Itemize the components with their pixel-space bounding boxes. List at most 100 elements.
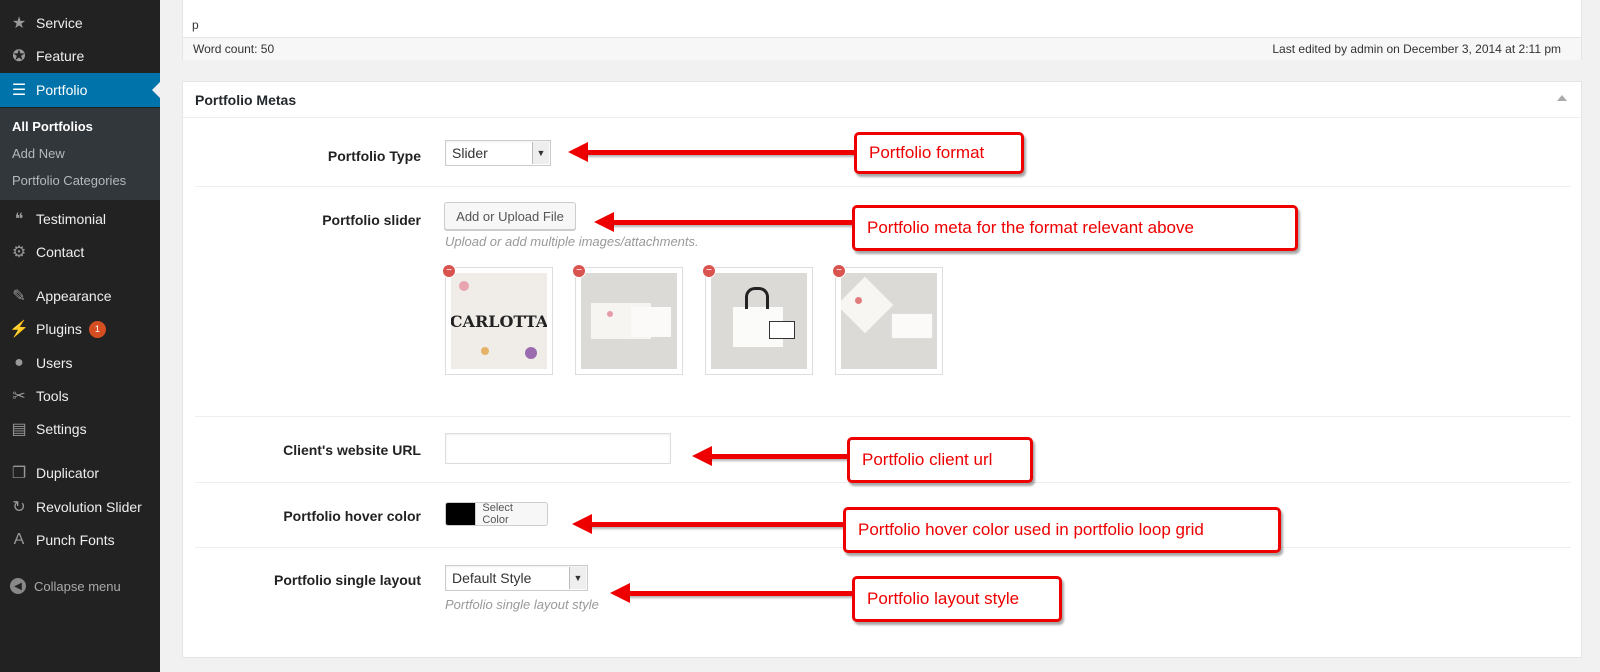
card-shape (769, 321, 795, 339)
flower-decoration (855, 297, 862, 304)
arrow-head (568, 142, 588, 162)
menu-item-plugins[interactable]: ⚡ Plugins 1 (0, 312, 160, 346)
menu-label: Plugins (36, 321, 82, 337)
menu-item-punch-fonts[interactable]: A Punch Fonts (0, 523, 160, 557)
submenu-add-new[interactable]: Add New (12, 146, 65, 161)
editor-box: p Word count: 50 Last edited by admin on… (182, 0, 1582, 60)
submenu-portfolio-categories[interactable]: Portfolio Categories (12, 173, 126, 188)
font-icon: A (13, 531, 25, 548)
sliders-icon: ▤ (11, 421, 27, 438)
thumbnail-image (581, 273, 677, 369)
menu-item-portfolio[interactable]: ☰ Portfolio (0, 73, 160, 107)
annotation-callout: Portfolio format (854, 132, 1024, 174)
menu-item-service[interactable]: ★ Service (0, 6, 160, 40)
single-layout-description: Portfolio single layout style (445, 597, 599, 612)
client-url-input[interactable] (445, 433, 671, 464)
menu-label: Duplicator (36, 465, 100, 481)
bag-handle (745, 287, 769, 309)
remove-icon[interactable]: − (702, 264, 716, 278)
menu-label: Appearance (36, 288, 112, 304)
remove-icon[interactable]: − (442, 264, 456, 278)
annotation-callout: Portfolio client url (847, 437, 1033, 483)
menu-label: Users (36, 355, 73, 371)
arrow-head (594, 212, 614, 232)
portfolio-submenu: All Portfolios Add New Portfolio Categor… (0, 108, 160, 200)
thumbnail-image (841, 273, 937, 369)
metabox-title: Portfolio Metas (195, 92, 297, 108)
remove-icon[interactable]: − (572, 264, 586, 278)
arrow-head (692, 446, 712, 466)
flower-decoration (607, 311, 613, 317)
editor-status-bar: Word count: 50 Last edited by admin on D… (183, 37, 1581, 60)
collapse-icon: ◀ (10, 578, 26, 594)
last-edited: Last edited by admin on December 3, 2014… (1272, 42, 1561, 56)
menu-item-revolution-slider[interactable]: ↻ Revolution Slider (0, 490, 160, 524)
list-icon: ☰ (11, 82, 27, 99)
portfolio-slider-description: Upload or add multiple images/attachment… (445, 234, 699, 249)
divider (195, 186, 1571, 187)
thumbnail-text: CARLOTTA (451, 311, 547, 331)
editor-content[interactable]: p (192, 18, 199, 32)
refresh-icon: ↻ (12, 499, 26, 516)
slider-thumbnail[interactable]: − (702, 264, 813, 375)
select-color-label: Select Color (475, 503, 547, 525)
arrow-line (586, 150, 856, 155)
single-layout-select[interactable]: Default Style ▼ (445, 565, 588, 591)
arrow-line (710, 454, 850, 459)
select-value: Default Style (452, 570, 532, 586)
menu-item-settings[interactable]: ▤ Settings (0, 412, 160, 446)
menu-label: Punch Fonts (36, 532, 115, 548)
remove-icon[interactable]: − (832, 264, 846, 278)
menu-label: Tools (36, 388, 69, 404)
arrow-line (628, 591, 854, 596)
chevron-down-icon: ▼ (532, 142, 549, 164)
single-layout-label: Portfolio single layout (273, 572, 421, 588)
metabox-header[interactable]: Portfolio Metas (183, 82, 1581, 118)
menu-item-tools[interactable]: ✂ Tools (0, 379, 160, 413)
portfolio-type-select[interactable]: Slider ▼ (445, 140, 551, 166)
color-swatch (446, 503, 476, 525)
brush-icon: ✎ (12, 288, 26, 305)
card-shape (891, 313, 933, 339)
menu-item-users[interactable]: ● Users (0, 346, 160, 380)
menu-label: Revolution Slider (36, 499, 142, 515)
quote-icon: ❝ (14, 211, 24, 228)
menu-item-appearance[interactable]: ✎ Appearance (0, 279, 160, 313)
collapse-menu-button[interactable]: ◀ Collapse menu (0, 573, 160, 599)
user-icon: ● (14, 354, 24, 371)
add-upload-file-button[interactable]: Add or Upload File (444, 202, 576, 230)
star-icon: ★ (11, 15, 27, 32)
thumbnail-image (711, 273, 807, 369)
menu-item-feature[interactable]: ✪ Feature (0, 39, 160, 73)
submenu-all-portfolios[interactable]: All Portfolios (12, 119, 93, 134)
portfolio-slider-label: Portfolio slider (322, 212, 421, 228)
menu-label: Service (36, 15, 83, 31)
update-badge: 1 (88, 320, 106, 338)
menu-label: Portfolio (36, 82, 88, 98)
menu-item-duplicator[interactable]: ❐ Duplicator (0, 456, 160, 490)
envelope-shape (841, 276, 894, 334)
menu-item-contact[interactable]: ⚙ Contact (0, 235, 160, 269)
menu-label: Contact (36, 244, 85, 260)
collapse-label: Collapse menu (34, 578, 121, 594)
copy-icon: ❐ (11, 465, 27, 482)
color-picker-button[interactable]: Select Color (445, 502, 548, 526)
chevron-down-icon: ▼ (569, 567, 586, 589)
arrow-head (610, 583, 630, 603)
client-url-label: Client's website URL (283, 442, 421, 458)
menu-item-testimonial[interactable]: ❝ Testimonial (0, 202, 160, 236)
flower-decoration (481, 347, 489, 355)
flower-decoration (525, 347, 537, 359)
thumbnail-image: CARLOTTA (451, 273, 547, 369)
card-shape (631, 307, 671, 337)
word-count: Word count: 50 (193, 42, 275, 56)
slider-thumbnail[interactable]: − (572, 264, 683, 375)
select-value: Slider (452, 145, 488, 161)
plug-icon: ⚡ (9, 321, 29, 338)
arrow-line (612, 220, 854, 225)
slider-thumbnail[interactable]: − (832, 264, 943, 375)
arrow-line (590, 522, 846, 527)
collapse-toggle-icon[interactable] (1557, 95, 1567, 101)
slider-thumbnail[interactable]: CARLOTTA − (442, 264, 553, 375)
menu-label: Settings (36, 421, 87, 437)
